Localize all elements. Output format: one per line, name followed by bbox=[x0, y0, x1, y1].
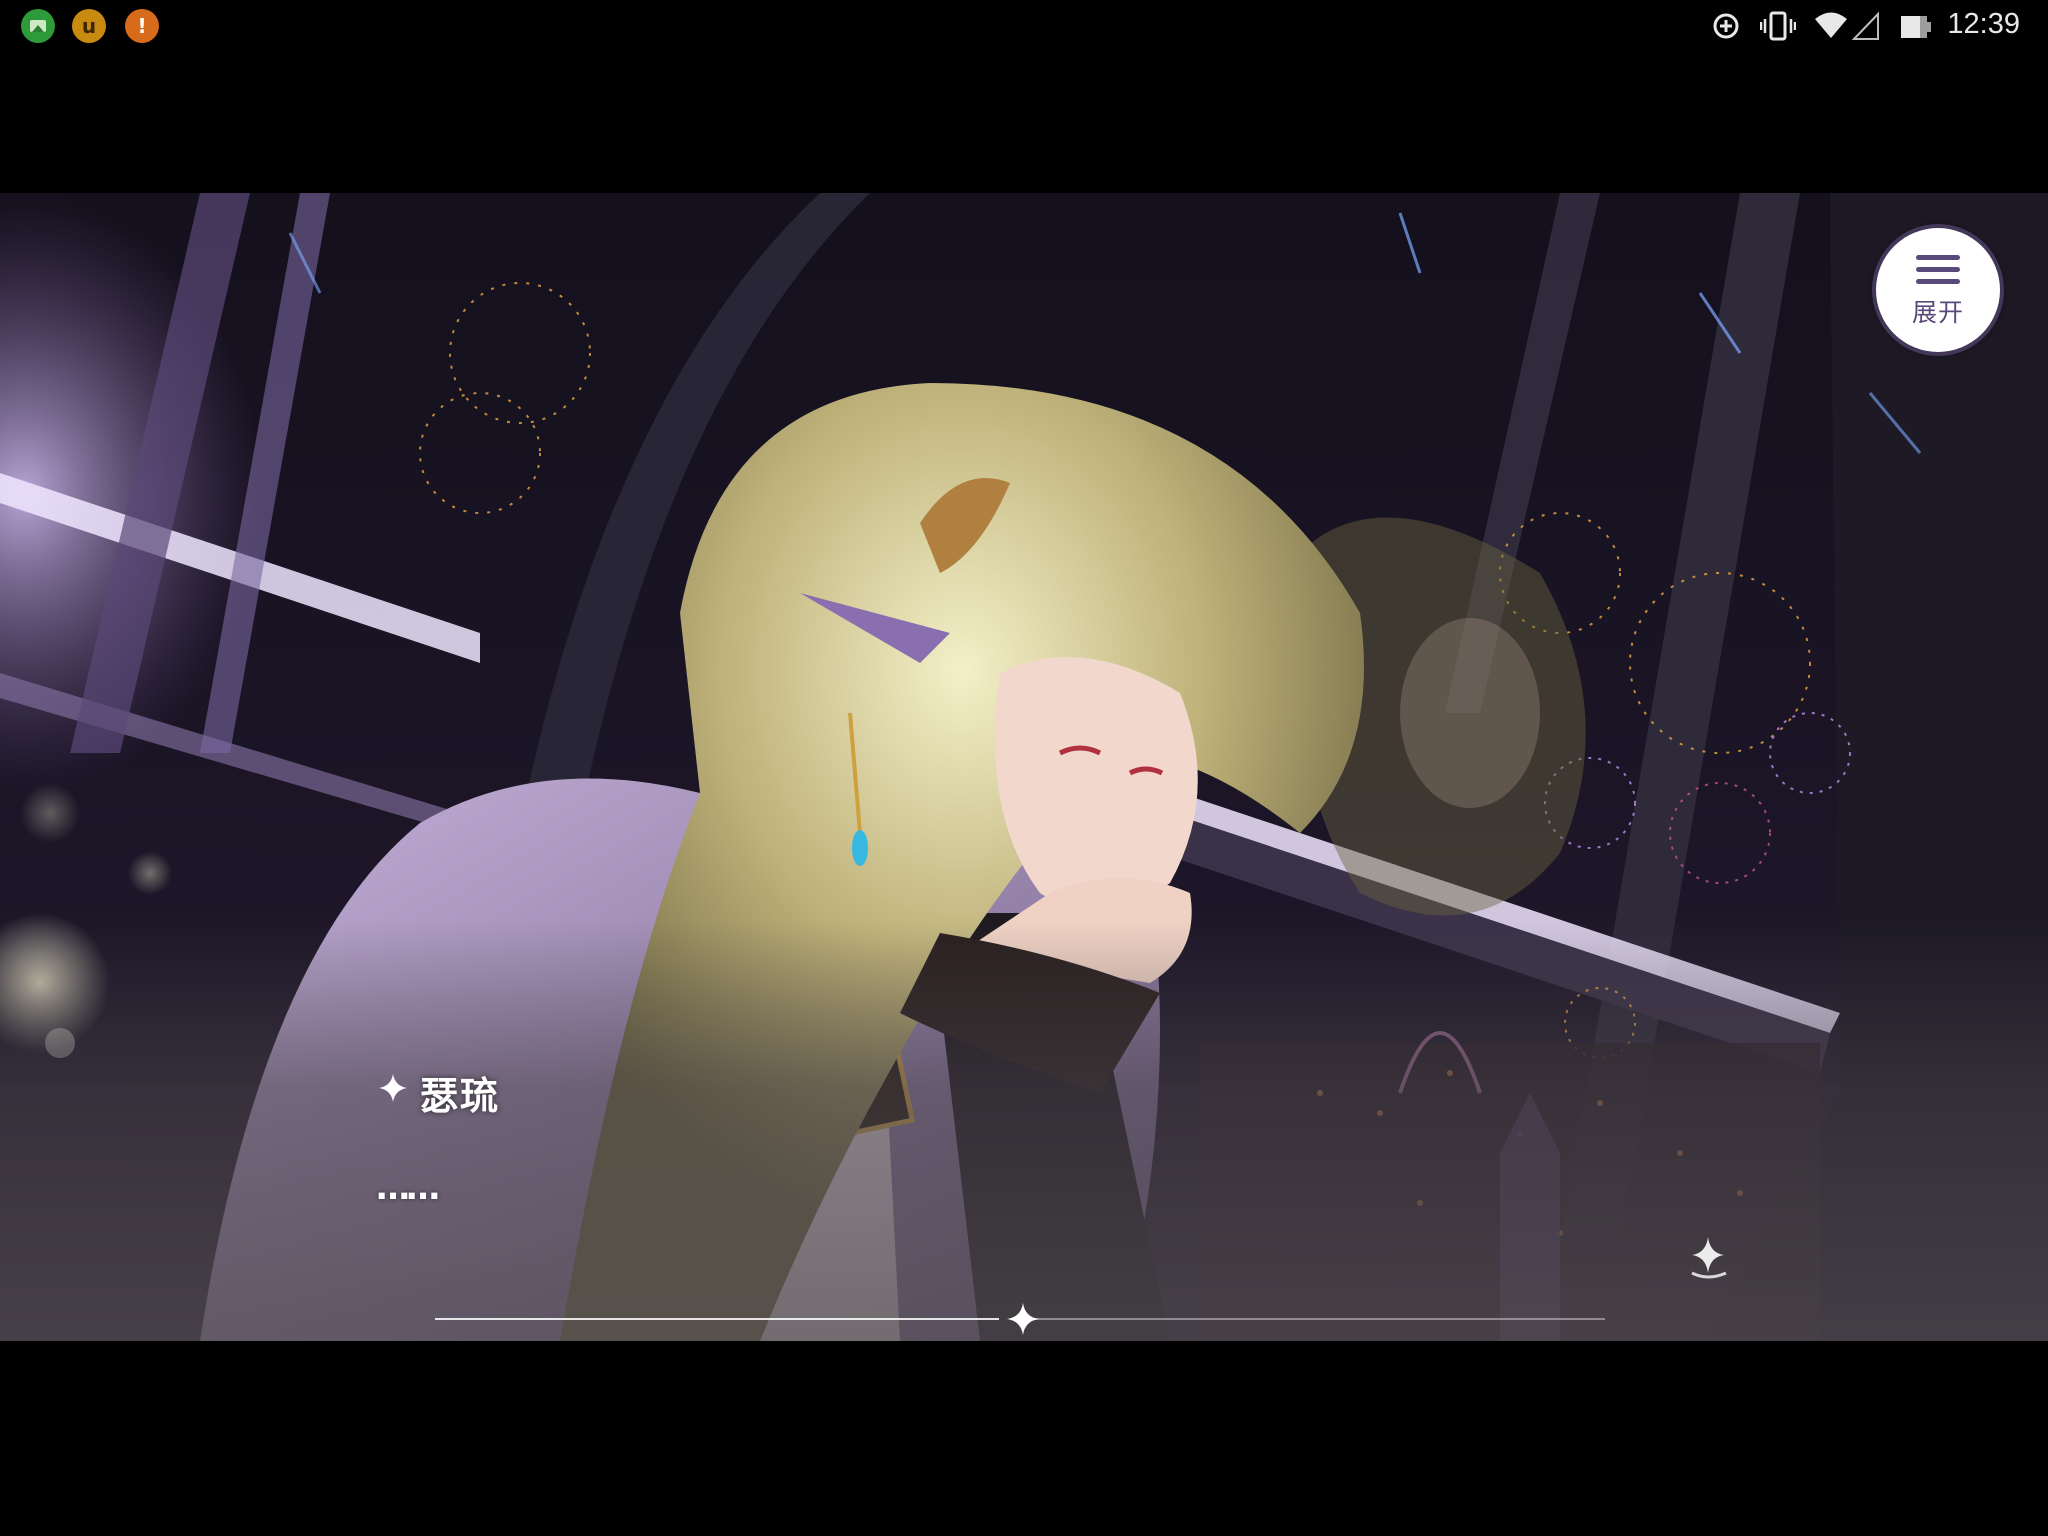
speaker-name: 瑟琉 bbox=[420, 1073, 501, 1118]
hamburger-menu-icon bbox=[1916, 255, 1960, 284]
vibrate-icon bbox=[1760, 11, 1796, 41]
sparkle-auto-icon[interactable] bbox=[1686, 1233, 1734, 1281]
expand-menu-label: 展开 bbox=[1911, 298, 1964, 327]
status-icons: 12:39 bbox=[1708, 0, 2048, 52]
status-bar: u ! 12:39 bbox=[0, 0, 2048, 52]
wifi-icon bbox=[1815, 12, 1847, 38]
clock: 12:39 bbox=[1947, 8, 2020, 40]
data-saver-icon bbox=[1713, 13, 1739, 39]
expand-menu-button[interactable]: 展开 bbox=[1876, 228, 2000, 352]
battery-icon bbox=[1901, 16, 1931, 38]
dialogue-panel[interactable] bbox=[0, 921, 2048, 1341]
no-signal-icon bbox=[1852, 11, 1879, 40]
sparkle-icon bbox=[379, 1074, 407, 1102]
name-divider bbox=[435, 1303, 1605, 1335]
gallery-icon bbox=[21, 9, 55, 43]
dialogue-text: …… bbox=[376, 1168, 440, 1208]
game-viewport[interactable]: 展开 瑟琉 …… bbox=[0, 193, 2048, 1341]
warning-icon: ! bbox=[125, 9, 159, 43]
u-app-icon: u bbox=[72, 9, 106, 43]
